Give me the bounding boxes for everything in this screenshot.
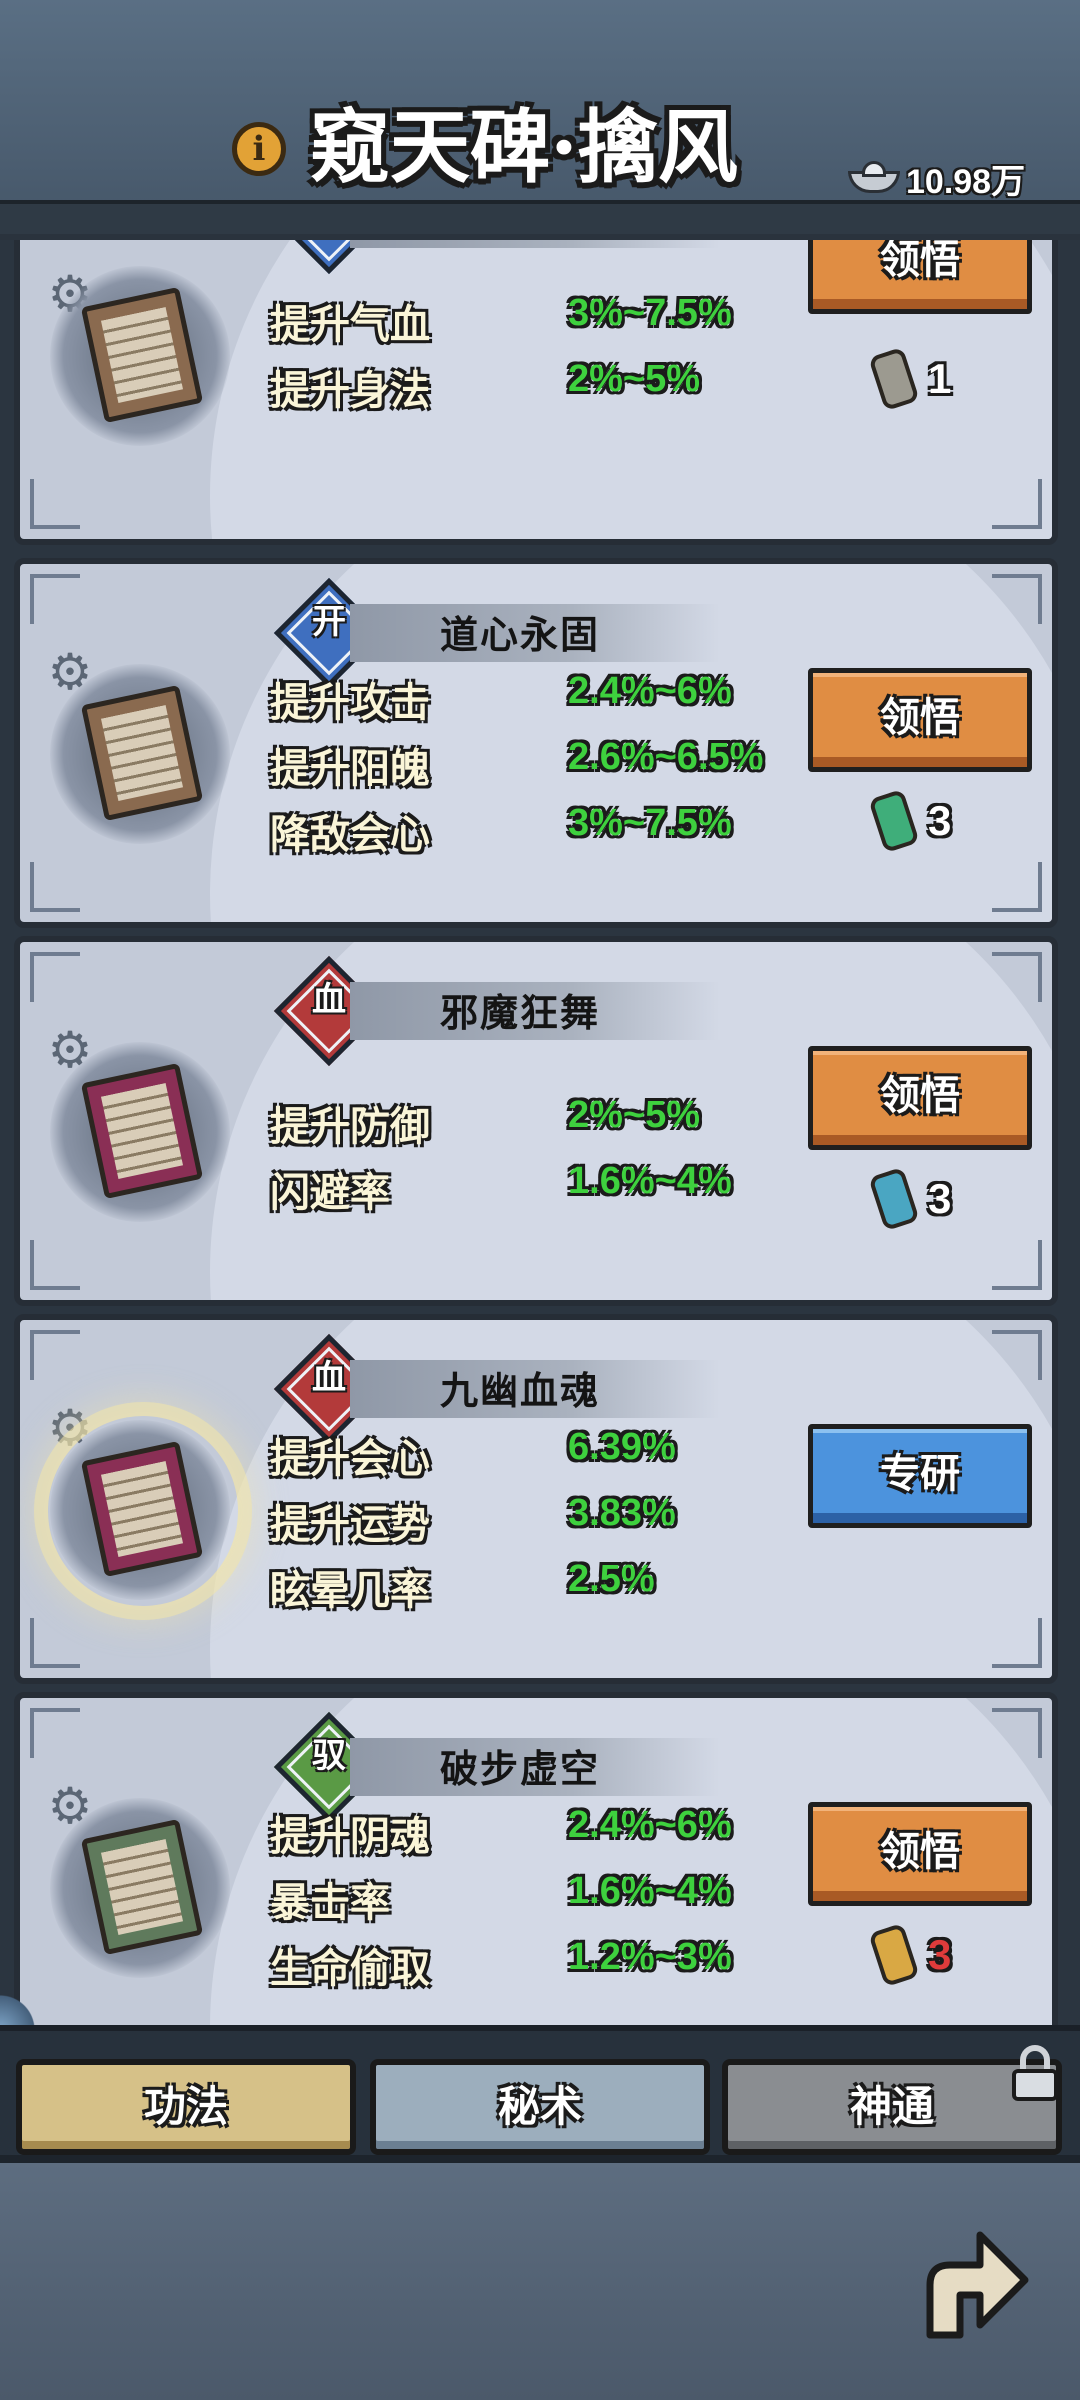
stat-label: 提升会心 xyxy=(270,1435,430,1482)
corner-ornament xyxy=(992,862,1042,912)
header-strip xyxy=(0,200,1080,234)
stat-value: 6.39% xyxy=(568,1426,676,1468)
cost-count: 3 xyxy=(928,1931,952,1978)
skill-card: ⚙ 血 九幽血魂 提升会心 6.39% 提升运势 3.83% 眩晕几率 2.5%… xyxy=(14,1314,1058,1684)
gray-scroll-icon xyxy=(868,346,920,412)
corner-ornament xyxy=(30,1240,80,1290)
corner-ornament xyxy=(30,1618,80,1668)
corner-ornament xyxy=(992,1618,1042,1668)
cost-count: 3 xyxy=(928,1175,952,1222)
corner-ornament xyxy=(992,479,1042,529)
silver-ingot-icon xyxy=(848,161,900,195)
page-title: 窥天碑·擒风 xyxy=(310,100,738,194)
tab-bar: 功法 秘术 神通 xyxy=(0,2025,1080,2155)
stat-label: 眩晕几率 xyxy=(270,1567,430,1614)
cost-display: 1 xyxy=(868,344,1036,414)
stat-value: 2.5% xyxy=(568,1558,655,1600)
comprehend-button[interactable]: 领悟 xyxy=(808,668,1032,772)
currency-display: 10.98万 xyxy=(848,152,1058,204)
stat-value: 1.6%~4% xyxy=(568,1870,732,1912)
comprehend-button[interactable]: 领悟 xyxy=(808,1046,1032,1150)
corner-ornament xyxy=(30,952,80,1002)
corner-ornament xyxy=(30,479,80,529)
stat-label: 提升气血 xyxy=(270,301,430,348)
stat-label: 提升阳魄 xyxy=(270,745,430,792)
skill-name: 破步虚空 xyxy=(440,1746,601,1791)
stat-label: 闪避率 xyxy=(270,1169,390,1216)
corner-ornament xyxy=(992,1708,1042,1758)
corner-ornament xyxy=(992,574,1042,624)
skill-name: 九幽血魂 xyxy=(440,1368,601,1413)
skill-name: 邪魔狂舞 xyxy=(440,990,601,1035)
skill-card: ⚙ 开 道心永固 提升攻击 2.4%~6% 提升阳魄 2.6%~6.5% 降敌会… xyxy=(14,558,1058,928)
teal-scroll-icon xyxy=(868,1166,920,1232)
stat-value: 2%~5% xyxy=(568,1094,701,1136)
stat-value: 3%~7.5% xyxy=(568,292,732,334)
corner-ornament xyxy=(30,574,80,624)
skill-list[interactable]: ⚙ 开 灵魂归一 提升气血 3%~7.5% 提升身法 2%~5% 领悟 1 ⚙ … xyxy=(0,240,1080,2025)
skill-card: ⚙ 开 灵魂归一 提升气血 3%~7.5% 提升身法 2%~5% 领悟 1 xyxy=(14,240,1058,545)
comprehend-button[interactable]: 领悟 xyxy=(808,1802,1032,1906)
stat-value: 2.6%~6.5% xyxy=(568,736,764,778)
corner-ornament xyxy=(30,1330,80,1380)
stat-value: 3.83% xyxy=(568,1492,676,1534)
corner-ornament xyxy=(992,952,1042,1002)
cost-display: 3 xyxy=(868,786,1036,856)
skill-card: ⚙ 血 邪魔狂舞 提升防御 2%~5% 闪避率 1.6%~4% 领悟 3 xyxy=(14,936,1058,1306)
comprehend-button[interactable]: 领悟 xyxy=(808,240,1032,314)
stat-value: 1.2%~3% xyxy=(568,1936,732,1978)
stat-value: 3%~7.5% xyxy=(568,802,732,844)
stat-value: 2.4%~6% xyxy=(568,1804,732,1846)
stat-label: 生命偷取 xyxy=(270,1945,430,1992)
stat-label: 降敌会心 xyxy=(270,811,430,858)
corner-ornament xyxy=(992,1330,1042,1380)
skill-card: ⚙ 驭 破步虚空 提升阴魂 2.4%~6% 暴击率 1.6%~4% 生命偷取 1… xyxy=(14,1692,1058,2025)
stat-label: 提升身法 xyxy=(270,367,430,414)
cost-count: 3 xyxy=(928,797,952,844)
tab-gongfa[interactable]: 功法 xyxy=(16,2059,356,2155)
corner-ornament xyxy=(30,1708,80,1758)
stat-label: 提升攻击 xyxy=(270,679,430,726)
corner-ornament xyxy=(992,1240,1042,1290)
skill-name: 道心永固 xyxy=(440,612,601,657)
tab-mishu[interactable]: 秘术 xyxy=(370,2059,710,2155)
currency-value: 10.98万 xyxy=(906,162,1026,201)
corner-ornament xyxy=(30,862,80,912)
stat-value: 1.6%~4% xyxy=(568,1160,732,1202)
stat-label: 提升防御 xyxy=(270,1103,430,1150)
cost-count: 1 xyxy=(928,355,952,402)
cost-display: 3 xyxy=(868,1164,1036,1234)
back-arrow-icon[interactable] xyxy=(900,2215,1030,2355)
green-scroll-icon xyxy=(868,788,920,854)
stat-label: 暴击率 xyxy=(270,1879,390,1926)
lock-icon xyxy=(1010,2045,1060,2101)
stat-value: 2%~5% xyxy=(568,358,701,400)
stat-value: 2.4%~6% xyxy=(568,670,732,712)
skill-name: 灵魂归一 xyxy=(440,240,680,248)
stat-label: 提升运势 xyxy=(270,1501,430,1548)
cost-display: 3 xyxy=(868,1920,1036,1990)
stat-label: 提升阴魂 xyxy=(270,1813,430,1860)
study-button[interactable]: 专研 xyxy=(808,1424,1032,1528)
gold-scroll-icon xyxy=(868,1922,920,1988)
info-icon[interactable]: i xyxy=(232,122,286,176)
